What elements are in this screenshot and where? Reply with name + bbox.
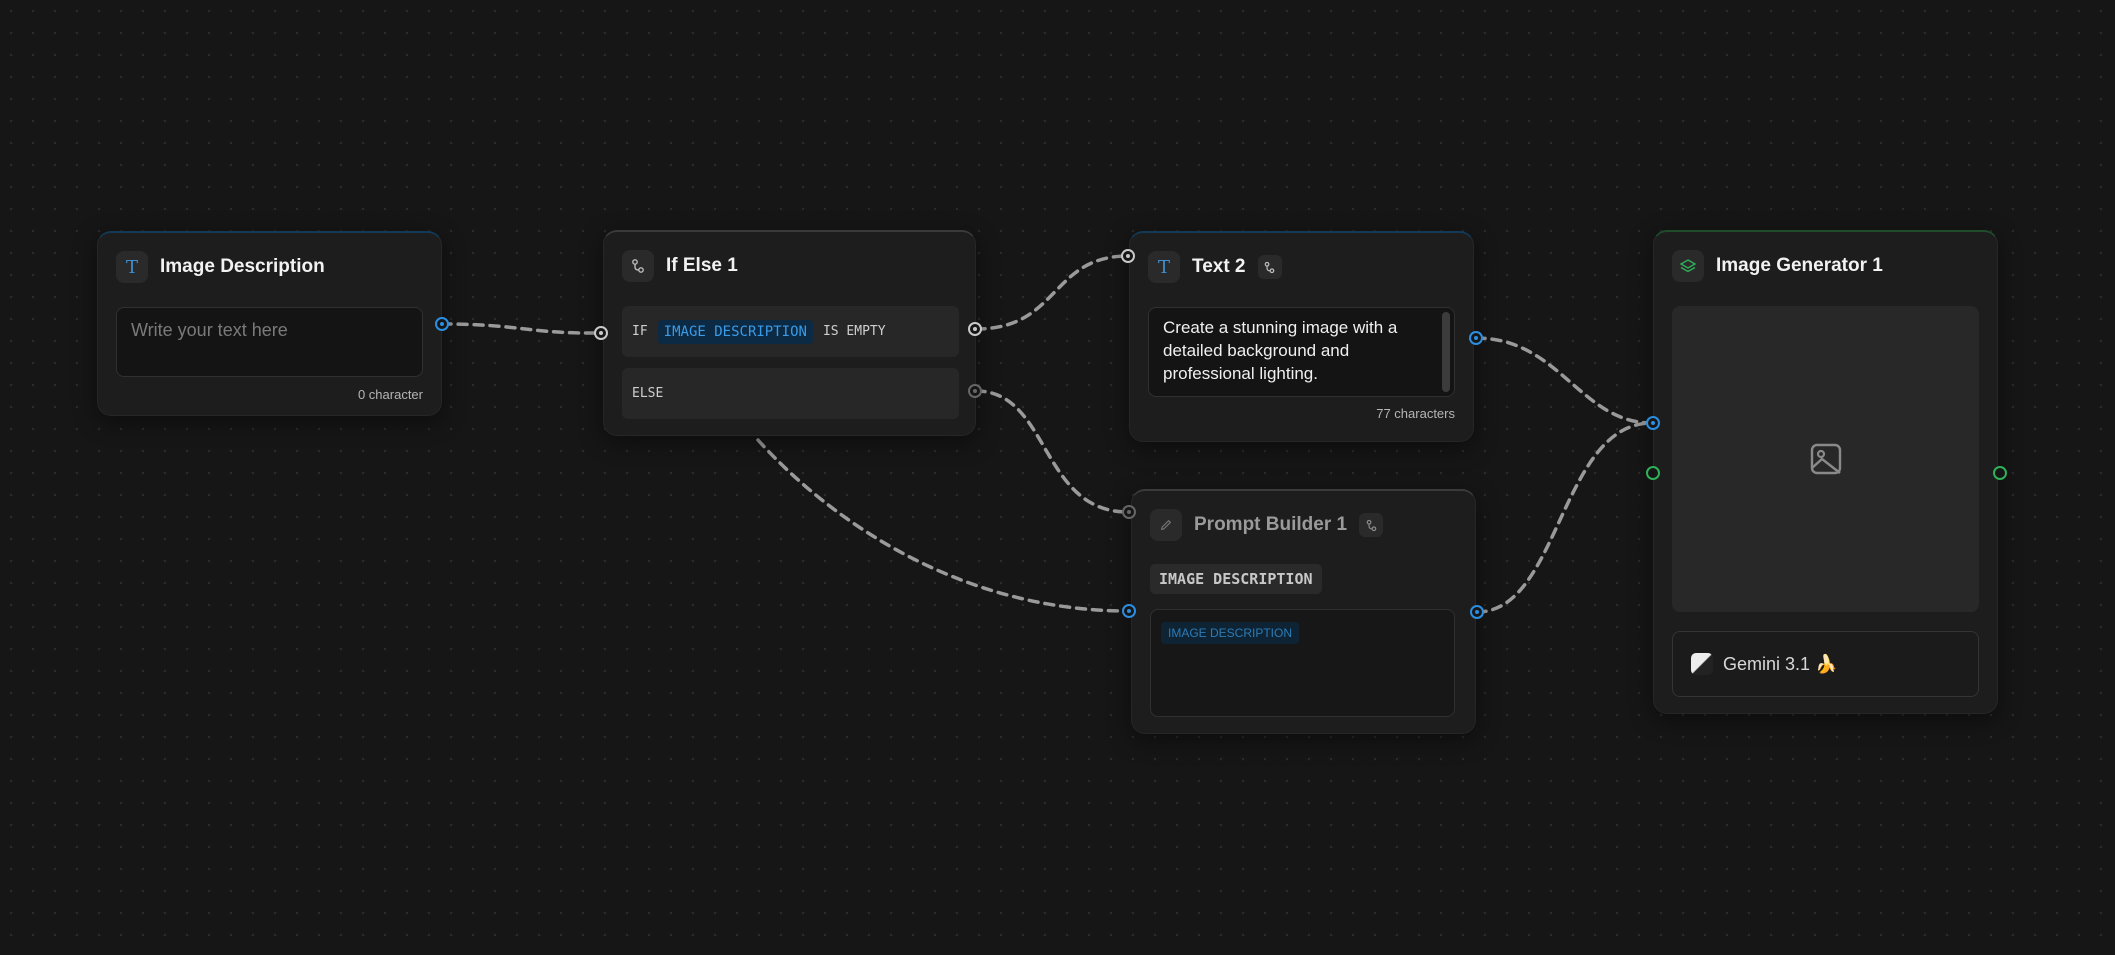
gemini-logo-icon (1691, 653, 1713, 675)
variable-chip[interactable]: IMAGE DESCRIPTION (1161, 622, 1300, 644)
text-icon: T (1148, 251, 1180, 283)
layers-icon (1672, 250, 1704, 282)
node-image-generator[interactable]: Image Generator 1 Gemini 3.1 🍌 (1653, 230, 1998, 714)
node-text-2[interactable]: T Text 2 Create a stunning image with a … (1129, 231, 1474, 442)
else-output-handle[interactable] (968, 384, 982, 398)
character-count: 77 characters (1376, 406, 1455, 421)
node-title: Image Description (160, 256, 325, 277)
output-handle[interactable] (1470, 605, 1484, 619)
image-input-handle[interactable] (1646, 466, 1660, 480)
text-input-placeholder: Write your text here (131, 320, 288, 340)
scrollbar[interactable] (1442, 312, 1450, 392)
node-title: Text 2 (1192, 256, 1246, 277)
text-input[interactable]: Write your text here (116, 307, 423, 377)
variable-label: IMAGE DESCRIPTION (1150, 564, 1322, 594)
if-keyword: IF (632, 324, 648, 339)
text-value: Create a stunning image with a detailed … (1163, 318, 1398, 383)
input-handle[interactable] (1121, 249, 1135, 263)
conditional-link-icon (1359, 513, 1384, 537)
text-icon: T (116, 251, 148, 283)
variable-chip[interactable]: IMAGE DESCRIPTION (657, 319, 813, 344)
input-handle-2[interactable] (1122, 604, 1136, 618)
branch-icon (622, 250, 654, 282)
output-handle[interactable] (435, 317, 449, 331)
condition-operator[interactable]: IS EMPTY (823, 324, 886, 339)
input-handle[interactable] (594, 326, 608, 340)
text-input[interactable]: Create a stunning image with a detailed … (1148, 307, 1455, 397)
prompt-editor[interactable]: IMAGE DESCRIPTION (1150, 609, 1455, 717)
output-handle[interactable] (1993, 466, 2007, 480)
edge-text2-to-generator (1474, 336, 1654, 425)
character-count: 0 character (357, 387, 423, 402)
else-keyword: ELSE (632, 386, 664, 401)
output-handle[interactable] (1469, 331, 1483, 345)
prompt-input-handle[interactable] (1646, 416, 1660, 430)
if-output-handle[interactable] (968, 322, 982, 336)
conditional-link-icon (1257, 255, 1282, 279)
edge-description-to-ifelse (440, 322, 603, 335)
if-condition-row[interactable]: IF IMAGE DESCRIPTION IS EMPTY (622, 306, 959, 357)
edge-ifelse-to-promptbuilder (756, 438, 1130, 613)
node-title: Prompt Builder 1 (1194, 514, 1348, 535)
else-row: ELSE (622, 368, 959, 419)
model-selector[interactable]: Gemini 3.1 🍌 (1672, 631, 1979, 697)
image-preview (1672, 306, 1979, 612)
node-if-else[interactable]: If Else 1 IF IMAGE DESCRIPTION IS EMPTY … (603, 230, 976, 436)
edge-promptbuilder-to-generator (1475, 421, 1654, 614)
edge-if-to-text2 (974, 254, 1130, 331)
model-name: Gemini 3.1 🍌 (1723, 653, 1838, 674)
node-title: If Else 1 (666, 255, 738, 276)
edge-else-to-promptbuilder (974, 389, 1130, 514)
node-prompt-builder[interactable]: Prompt Builder 1 IMAGE DESCRIPTION IMAGE… (1131, 489, 1476, 734)
node-image-description[interactable]: T Image Description Write your text here… (97, 231, 442, 416)
input-handle-1[interactable] (1122, 505, 1136, 519)
node-title: Image Generator 1 (1716, 255, 1883, 276)
image-placeholder-icon (1810, 443, 1841, 475)
pencil-icon (1150, 509, 1182, 541)
